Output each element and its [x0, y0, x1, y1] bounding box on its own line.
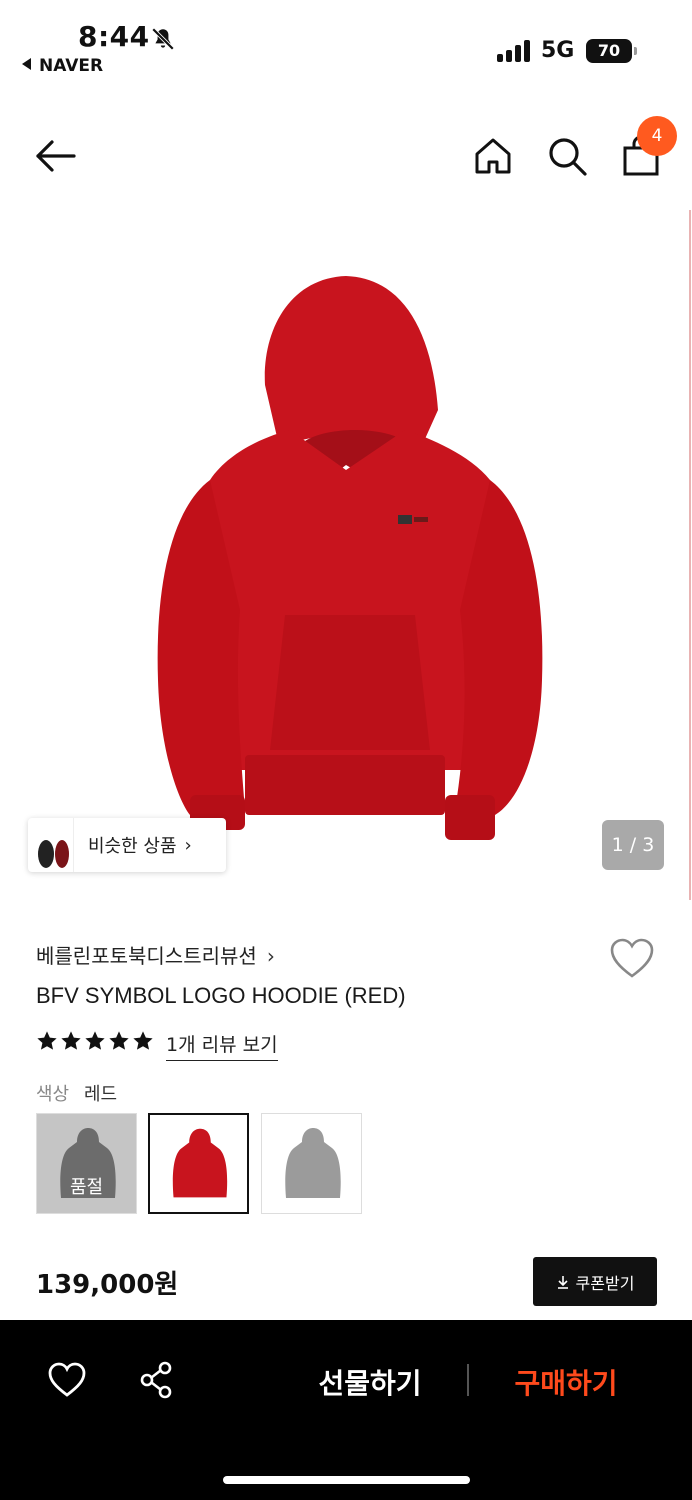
hoodie-thumbnail [285, 1128, 341, 1198]
hoodie-thumbnail [172, 1128, 228, 1198]
coupon-label: 쿠폰받기 [575, 1273, 635, 1293]
similar-products-button[interactable]: 비슷한 상품 › [28, 818, 226, 872]
similar-products-label: 비슷한 상품 [88, 836, 177, 857]
brand-name: 베를린포토북디스트리뷰션 [36, 944, 257, 968]
sold-out-label: 품절 [69, 1177, 104, 1198]
rating-stars [36, 1030, 156, 1052]
home-icon[interactable] [471, 134, 515, 178]
product-title: BFV SYMBOL LOGO HOODIE (RED) [36, 983, 406, 1008]
color-swatch-black[interactable]: 품절 [36, 1113, 137, 1214]
hoodie-image [157, 276, 543, 840]
heart-icon[interactable] [47, 1360, 87, 1400]
search-icon[interactable] [545, 134, 589, 178]
signal-icon [497, 40, 531, 62]
cart-count-badge: 4 [637, 116, 677, 156]
status-bar: 8:44 NAVER 5G 70 [0, 0, 692, 90]
gift-button[interactable]: 선물하기 [300, 1362, 440, 1402]
button-divider [467, 1364, 469, 1396]
buy-button[interactable]: 구매하기 [496, 1362, 636, 1402]
share-icon[interactable] [137, 1360, 177, 1400]
star-icon [37, 1031, 57, 1050]
star-icon [85, 1031, 105, 1050]
chevron-right-icon: › [184, 834, 192, 856]
product-image-gallery[interactable] [0, 210, 692, 900]
status-time: 8:44 [78, 20, 150, 53]
back-triangle-icon [22, 58, 31, 70]
brand-link[interactable]: 베를린포토북디스트리뷰션 › [36, 940, 275, 969]
back-arrow-icon[interactable] [34, 134, 78, 178]
similar-product-thumbnail [28, 818, 74, 872]
bottom-action-bar [0, 1320, 692, 1500]
app-header [0, 110, 692, 200]
star-icon [61, 1031, 81, 1050]
star-icon [133, 1031, 153, 1050]
color-swatch-red[interactable] [148, 1113, 249, 1214]
chevron-right-icon: › [266, 944, 275, 968]
bell-muted-icon [151, 27, 175, 51]
scroll-indicator [689, 210, 691, 900]
network-type: 5G [541, 38, 575, 63]
product-price: 139,000원 [36, 1270, 179, 1300]
back-app-label: NAVER [39, 56, 104, 76]
star-icon [109, 1031, 129, 1050]
color-swatch-gray[interactable] [261, 1113, 362, 1214]
coupon-download-button[interactable]: 쿠폰받기 [533, 1257, 657, 1306]
color-option-value: 레드 [84, 1084, 118, 1105]
image-counter: 1 / 3 [602, 820, 664, 870]
battery-indicator: 70 [586, 39, 637, 63]
back-to-app-link[interactable]: NAVER [22, 56, 103, 76]
home-indicator[interactable] [223, 1476, 470, 1484]
download-icon [557, 1275, 568, 1289]
color-option-label: 색상 [36, 1084, 70, 1105]
review-link[interactable]: 1개 리뷰 보기 [166, 1030, 278, 1061]
wishlist-heart-icon[interactable] [608, 936, 656, 980]
